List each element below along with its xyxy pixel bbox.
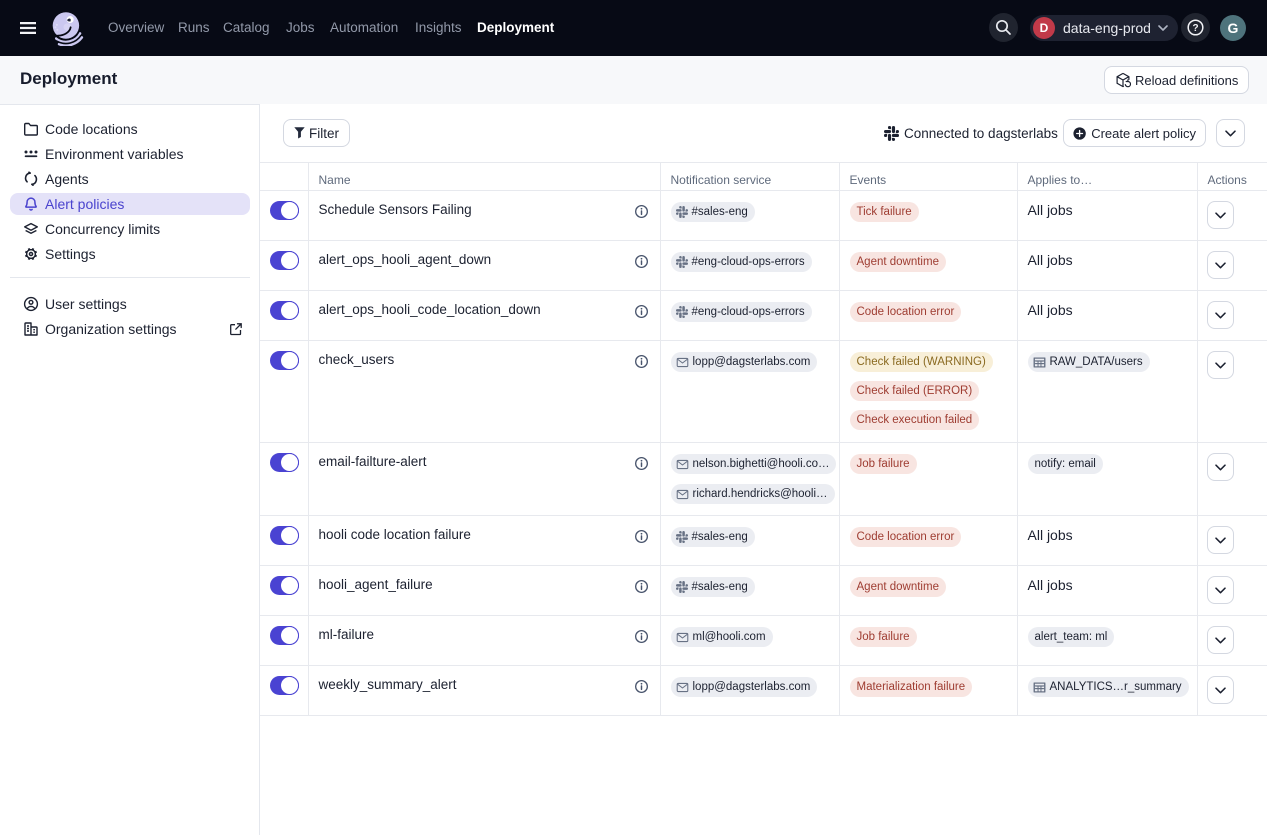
svg-text:?: ?	[1192, 23, 1198, 34]
